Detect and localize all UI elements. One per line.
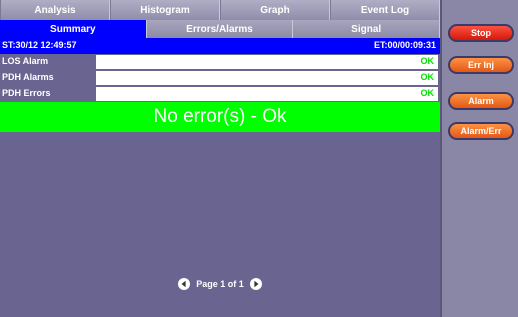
- los-alarm-row: LOS Alarm OK: [0, 54, 440, 70]
- pdh-errors-row: PDH Errors OK: [0, 86, 440, 102]
- top-tab-bar: Analysis Histogram Graph Event Log: [0, 0, 440, 20]
- prev-page-button[interactable]: [178, 278, 191, 290]
- action-panel: Stop Err Inj Alarm Alarm/Err: [440, 0, 518, 317]
- alarm-err-button[interactable]: Alarm/Err: [448, 122, 514, 140]
- row-label: LOS Alarm: [2, 56, 49, 66]
- err-inj-button[interactable]: Err Inj: [448, 56, 514, 74]
- alarm-button[interactable]: Alarm: [448, 92, 514, 110]
- row-label: PDH Alarms: [2, 72, 54, 82]
- tab-signal[interactable]: Signal: [293, 20, 441, 38]
- pdh-alarms-row: PDH Alarms OK: [0, 70, 440, 86]
- pager: Page 1 of 1: [0, 276, 440, 292]
- elapsed-time: ET:00/00:09:31: [373, 40, 436, 50]
- tab-histogram[interactable]: Histogram: [110, 0, 220, 20]
- tab-analysis[interactable]: Analysis: [0, 0, 110, 20]
- tab-summary[interactable]: Summary: [0, 20, 147, 38]
- tab-event-log[interactable]: Event Log: [330, 0, 440, 20]
- status-ok: OK: [420, 56, 435, 66]
- result-banner: No error(s) - Ok: [0, 102, 440, 132]
- sub-tab-bar: Summary Errors/Alarms Signal: [0, 20, 441, 38]
- start-time: ST:30/12 12:49:57: [2, 40, 77, 50]
- status-ok: OK: [420, 72, 435, 82]
- next-page-button[interactable]: [249, 278, 262, 290]
- tab-graph[interactable]: Graph: [220, 0, 330, 20]
- row-value-box: OK: [96, 71, 438, 85]
- stop-button[interactable]: Stop: [448, 24, 514, 42]
- status-ok: OK: [420, 88, 435, 98]
- time-status-bar: ST:30/12 12:49:57 ET:00/00:09:31: [0, 38, 440, 54]
- page-indicator: Page 1 of 1: [196, 279, 244, 289]
- row-value-box: OK: [96, 87, 438, 101]
- tab-errors-alarms[interactable]: Errors/Alarms: [146, 20, 294, 38]
- row-label: PDH Errors: [2, 88, 51, 98]
- row-value-box: OK: [96, 55, 438, 69]
- chevron-right-icon: [254, 280, 259, 288]
- chevron-left-icon: [181, 280, 186, 288]
